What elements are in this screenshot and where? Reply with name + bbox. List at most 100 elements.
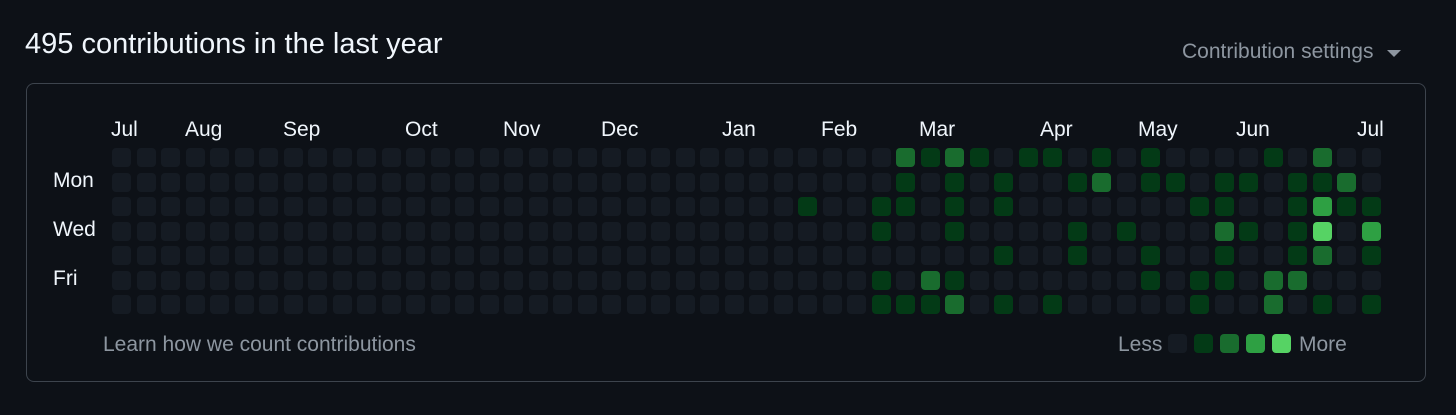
contribution-day-cell[interactable]	[234, 148, 254, 167]
contribution-day-cell[interactable]	[1141, 221, 1160, 241]
contribution-day-cell[interactable]	[920, 246, 940, 265]
contribution-day-cell[interactable]	[136, 197, 156, 216]
contribution-day-cell[interactable]	[798, 246, 817, 265]
contribution-day-cell[interactable]	[577, 148, 597, 167]
contribution-day-cell[interactable]	[1092, 246, 1111, 265]
contribution-day-cell[interactable]	[871, 246, 891, 265]
contribution-day-cell[interactable]	[651, 295, 670, 314]
contribution-day-cell[interactable]	[161, 270, 180, 290]
contribution-day-cell[interactable]	[969, 172, 989, 192]
contribution-day-cell[interactable]	[896, 246, 915, 265]
contribution-day-cell[interactable]	[1165, 246, 1185, 265]
contribution-day-cell[interactable]	[1141, 270, 1160, 290]
contribution-day-cell[interactable]	[210, 172, 229, 192]
contribution-day-cell[interactable]	[1239, 172, 1258, 192]
contribution-day-cell[interactable]	[430, 148, 450, 167]
contribution-day-cell[interactable]	[504, 172, 523, 192]
contribution-day-cell[interactable]	[1141, 246, 1160, 265]
contribution-day-cell[interactable]	[1263, 172, 1283, 192]
contribution-day-cell[interactable]	[675, 221, 695, 241]
contribution-day-cell[interactable]	[283, 148, 303, 167]
contribution-day-cell[interactable]	[1067, 221, 1087, 241]
contribution-day-cell[interactable]	[1092, 148, 1111, 167]
contribution-day-cell[interactable]	[1288, 172, 1307, 192]
contribution-day-cell[interactable]	[357, 270, 376, 290]
contribution-day-cell[interactable]	[994, 246, 1013, 265]
contribution-day-cell[interactable]	[332, 246, 352, 265]
contribution-day-cell[interactable]	[602, 148, 621, 167]
contribution-day-cell[interactable]	[455, 270, 474, 290]
contribution-day-cell[interactable]	[1092, 270, 1111, 290]
contribution-day-cell[interactable]	[406, 295, 425, 314]
contribution-day-cell[interactable]	[283, 221, 303, 241]
contribution-day-cell[interactable]	[773, 246, 793, 265]
contribution-day-cell[interactable]	[724, 172, 744, 192]
contribution-day-cell[interactable]	[749, 172, 768, 192]
contribution-day-cell[interactable]	[161, 148, 180, 167]
contribution-day-cell[interactable]	[1018, 246, 1038, 265]
contribution-day-cell[interactable]	[1190, 197, 1209, 216]
contribution-day-cell[interactable]	[553, 246, 572, 265]
contribution-day-cell[interactable]	[1092, 221, 1111, 241]
contribution-day-cell[interactable]	[553, 270, 572, 290]
contribution-day-cell[interactable]	[136, 246, 156, 265]
contribution-day-cell[interactable]	[1190, 246, 1209, 265]
contribution-day-cell[interactable]	[455, 197, 474, 216]
contribution-day-cell[interactable]	[406, 246, 425, 265]
contribution-day-cell[interactable]	[1214, 172, 1234, 192]
contribution-day-cell[interactable]	[577, 246, 597, 265]
contribution-day-cell[interactable]	[871, 221, 891, 241]
contribution-day-cell[interactable]	[430, 221, 450, 241]
contribution-day-cell[interactable]	[234, 246, 254, 265]
contribution-day-cell[interactable]	[798, 295, 817, 314]
contribution-day-cell[interactable]	[1214, 148, 1234, 167]
contribution-day-cell[interactable]	[945, 295, 964, 314]
contribution-day-cell[interactable]	[1337, 221, 1356, 241]
contribution-day-cell[interactable]	[283, 246, 303, 265]
contribution-day-cell[interactable]	[969, 270, 989, 290]
contribution-day-cell[interactable]	[1043, 148, 1062, 167]
contribution-day-cell[interactable]	[185, 270, 205, 290]
contribution-day-cell[interactable]	[1043, 295, 1062, 314]
contribution-day-cell[interactable]	[1018, 172, 1038, 192]
contribution-day-cell[interactable]	[724, 295, 744, 314]
contribution-day-cell[interactable]	[920, 270, 940, 290]
contribution-day-cell[interactable]	[1116, 148, 1136, 167]
contribution-day-cell[interactable]	[1141, 148, 1160, 167]
contribution-day-cell[interactable]	[455, 221, 474, 241]
contribution-day-cell[interactable]	[1288, 221, 1307, 241]
contribution-day-cell[interactable]	[945, 221, 964, 241]
contribution-day-cell[interactable]	[1165, 270, 1185, 290]
contribution-day-cell[interactable]	[112, 221, 131, 241]
contribution-day-cell[interactable]	[577, 197, 597, 216]
contribution-day-cell[interactable]	[136, 172, 156, 192]
contribution-day-cell[interactable]	[161, 221, 180, 241]
contribution-day-cell[interactable]	[1263, 148, 1283, 167]
contribution-day-cell[interactable]	[1263, 197, 1283, 216]
contribution-day-cell[interactable]	[1043, 246, 1062, 265]
contribution-day-cell[interactable]	[332, 270, 352, 290]
contribution-day-cell[interactable]	[1263, 295, 1283, 314]
contribution-day-cell[interactable]	[1043, 197, 1062, 216]
contribution-day-cell[interactable]	[357, 246, 376, 265]
contribution-day-cell[interactable]	[871, 295, 891, 314]
contribution-day-cell[interactable]	[847, 197, 866, 216]
contribution-day-cell[interactable]	[112, 295, 131, 314]
contribution-day-cell[interactable]	[455, 148, 474, 167]
contribution-day-cell[interactable]	[259, 148, 278, 167]
contribution-day-cell[interactable]	[185, 172, 205, 192]
contribution-day-cell[interactable]	[945, 148, 964, 167]
contribution-day-cell[interactable]	[675, 172, 695, 192]
contribution-day-cell[interactable]	[822, 197, 842, 216]
contribution-day-cell[interactable]	[234, 221, 254, 241]
contribution-day-cell[interactable]	[381, 246, 401, 265]
contribution-day-cell[interactable]	[1067, 197, 1087, 216]
contribution-day-cell[interactable]	[332, 172, 352, 192]
contribution-day-cell[interactable]	[1239, 148, 1258, 167]
contribution-day-cell[interactable]	[700, 221, 719, 241]
contribution-day-cell[interactable]	[234, 295, 254, 314]
contribution-day-cell[interactable]	[430, 172, 450, 192]
contribution-day-cell[interactable]	[1116, 197, 1136, 216]
contribution-day-cell[interactable]	[479, 246, 499, 265]
contribution-day-cell[interactable]	[553, 197, 572, 216]
